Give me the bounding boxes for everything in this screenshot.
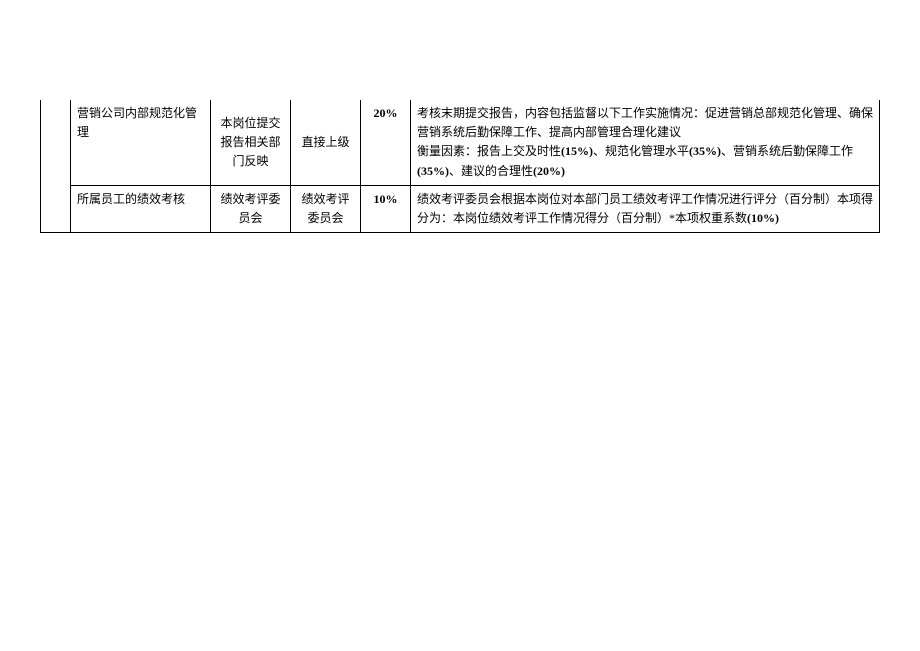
desc-text: 、建议的合理性 — [449, 164, 533, 178]
submitter-cell: 绩效考评委员会 — [211, 185, 291, 232]
desc-cell: 绩效考评委员会根据本岗位对本部门员工绩效考评工作情况进行评分（百分制）本项得分为… — [411, 185, 880, 232]
desc-cell: 考核末期提交报告，内容包括监督以下工作实施情况：促进营销总部规范化管理、确保营销… — [411, 100, 880, 185]
reviewer-cell: 直接上级 — [291, 100, 361, 185]
metric-weight: (35%) — [689, 144, 721, 158]
table-row: 营销公司内部规范化管理 本岗位提交报告相关部门反映 直接上级 20% 考核末期提… — [41, 100, 880, 185]
metric-weight: (10%) — [747, 211, 779, 225]
desc-text: 、规范化管理水平 — [593, 144, 689, 158]
table-row: 所属员工的绩效考核 绩效考评委员会 绩效考评委员会 10% 绩效考评委员会根据本… — [41, 185, 880, 232]
desc-text: 绩效考评委员会根据本岗位对本部门员工绩效考评工作情况进行评分（百分制）本项得分为… — [417, 192, 873, 225]
desc-text: 、营销系统后勤保障工作 — [721, 144, 853, 158]
assessment-table: 营销公司内部规范化管理 本岗位提交报告相关部门反映 直接上级 20% 考核末期提… — [40, 100, 880, 233]
weight-cell: 10% — [361, 185, 411, 232]
desc-text: 衡量因素：报告上交及时性 — [417, 144, 561, 158]
submitter-cell: 本岗位提交报告相关部门反映 — [211, 100, 291, 185]
task-cell: 所属员工的绩效考核 — [71, 185, 211, 232]
metric-weight: (35%) — [417, 164, 449, 178]
desc-text: 考核末期提交报告，内容包括监督以下工作实施情况：促进营销总部规范化管理、确保营销… — [417, 106, 873, 139]
reviewer-cell: 绩效考评委员会 — [291, 185, 361, 232]
row-group-cell — [41, 100, 71, 233]
metric-weight: (20%) — [533, 164, 565, 178]
task-cell: 营销公司内部规范化管理 — [71, 100, 211, 185]
metric-weight: (15%) — [561, 144, 593, 158]
weight-cell: 20% — [361, 100, 411, 185]
